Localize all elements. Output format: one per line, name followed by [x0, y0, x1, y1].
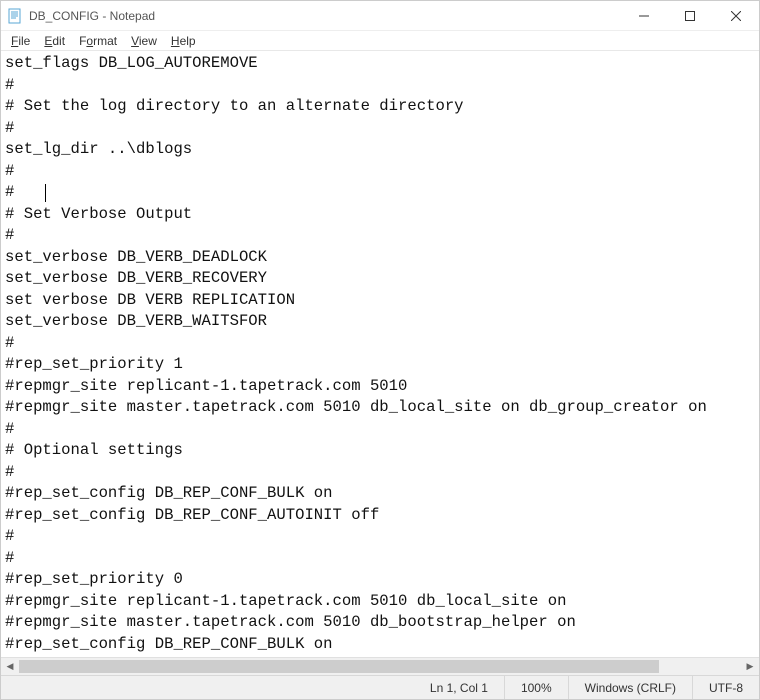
editor-area: set_flags DB_LOG_AUTOREMOVE## Set the lo… — [1, 51, 759, 675]
text-line: #repmgr_site master.tapetrack.com 5010 d… — [5, 397, 759, 419]
menu-view[interactable]: View — [125, 33, 165, 49]
scroll-right-arrow[interactable]: ▶ — [741, 658, 759, 676]
status-zoom: 100% — [504, 676, 568, 699]
scroll-thumb[interactable] — [19, 660, 659, 673]
scroll-left-arrow[interactable]: ◀ — [1, 658, 19, 676]
text-line: set_flags DB_LOG_AUTOREMOVE — [5, 53, 759, 75]
menu-help[interactable]: Help — [165, 33, 204, 49]
text-line: #repmgr_site master.tapetrack.com 5010 d… — [5, 612, 759, 634]
menu-edit[interactable]: Edit — [38, 33, 73, 49]
status-encoding: UTF-8 — [692, 676, 759, 699]
maximize-button[interactable] — [667, 1, 713, 30]
status-line-ending: Windows (CRLF) — [568, 676, 692, 699]
text-line: # — [5, 526, 759, 548]
text-line: # — [5, 161, 759, 183]
titlebar: DB_CONFIG - Notepad — [1, 1, 759, 31]
menubar: File Edit Format View Help — [1, 31, 759, 51]
scroll-track[interactable] — [19, 658, 741, 675]
text-line: # — [5, 333, 759, 355]
text-editor[interactable]: set_flags DB_LOG_AUTOREMOVE## Set the lo… — [1, 51, 759, 657]
text-line: # — [5, 462, 759, 484]
text-line: # — [5, 75, 759, 97]
horizontal-scrollbar[interactable]: ◀ ▶ — [1, 657, 759, 675]
statusbar: Ln 1, Col 1 100% Windows (CRLF) UTF-8 — [1, 675, 759, 699]
text-line: set_verbose DB_VERB_WAITSFOR — [5, 311, 759, 333]
menu-file[interactable]: File — [5, 33, 38, 49]
window-title: DB_CONFIG - Notepad — [29, 9, 621, 23]
text-line: #repmgr_site replicant-1.tapetrack.com 5… — [5, 591, 759, 613]
text-line: # Set Verbose Output — [5, 204, 759, 226]
status-position: Ln 1, Col 1 — [414, 676, 504, 699]
text-cursor — [45, 184, 46, 202]
text-line: set_lg_dir ..\dblogs — [5, 139, 759, 161]
text-line: # Set the log directory to an alternate … — [5, 96, 759, 118]
text-line: #repmgr_site replicant-1.tapetrack.com 5… — [5, 376, 759, 398]
text-line: # Optional settings — [5, 440, 759, 462]
minimize-button[interactable] — [621, 1, 667, 30]
close-button[interactable] — [713, 1, 759, 30]
text-line: #rep_set_config DB_REP_CONF_BULK on — [5, 483, 759, 505]
text-line: # — [5, 118, 759, 140]
text-line: set verbose DB VERB REPLICATION — [5, 290, 759, 312]
notepad-icon — [7, 8, 23, 24]
text-line: # — [5, 548, 759, 570]
text-line: set_verbose DB_VERB_DEADLOCK — [5, 247, 759, 269]
text-line: # — [5, 225, 759, 247]
text-line: #rep_set_priority 1 — [5, 354, 759, 376]
text-line: #rep_set_config DB_REP_CONF_AUTOINIT off — [5, 505, 759, 527]
text-line: #rep_set_config DB_REP_CONF_BULK on — [5, 634, 759, 656]
menu-format[interactable]: Format — [73, 33, 125, 49]
text-line: #rep_set_priority 0 — [5, 569, 759, 591]
text-line: set_verbose DB_VERB_RECOVERY — [5, 268, 759, 290]
text-line: # — [5, 419, 759, 441]
text-line: # — [5, 182, 759, 204]
window-controls — [621, 1, 759, 30]
